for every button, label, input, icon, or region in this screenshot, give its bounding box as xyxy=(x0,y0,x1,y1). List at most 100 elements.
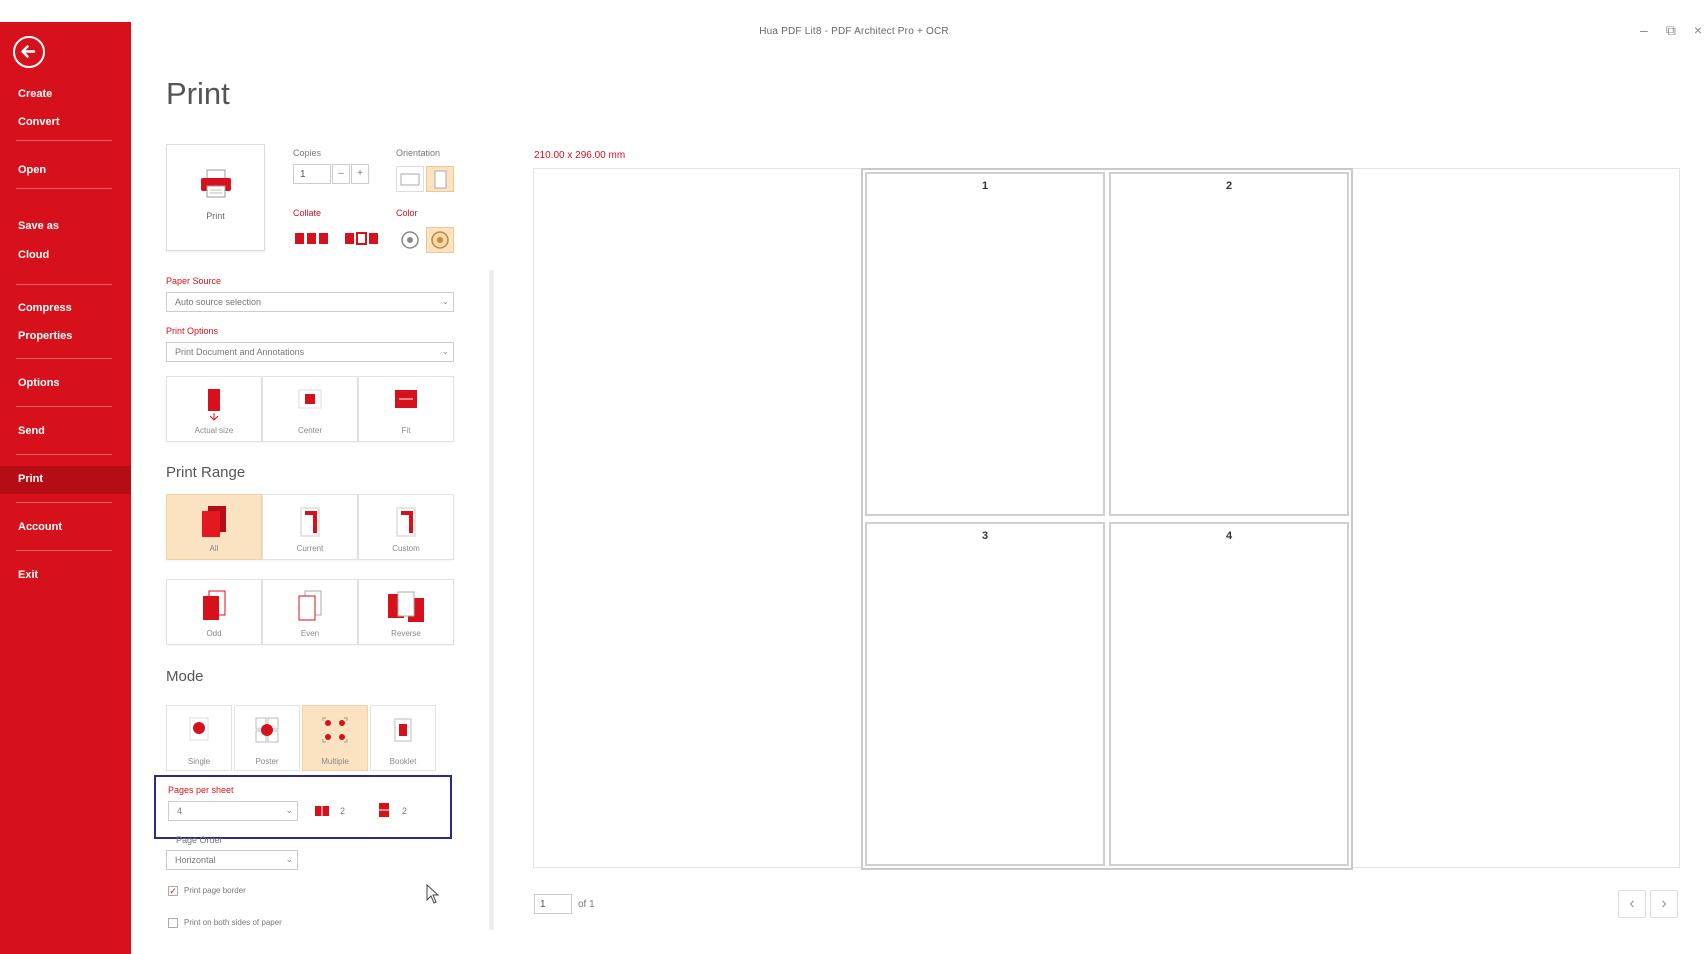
collate-on-icon[interactable] xyxy=(294,230,330,251)
paper-source-label: Paper Source xyxy=(166,276,222,286)
scaling-fit-tile[interactable]: Fit xyxy=(358,376,454,442)
sidebar-item-properties[interactable]: Properties xyxy=(18,330,72,342)
sidebar-item-account[interactable]: Account xyxy=(18,521,62,533)
orientation-portrait-icon[interactable] xyxy=(426,166,454,192)
print-range-title: Print Range xyxy=(166,464,246,481)
print-both-sides-checkbox[interactable] xyxy=(168,918,178,928)
sidebar-item-open[interactable]: Open xyxy=(18,164,46,176)
reverse-pages-icon xyxy=(388,591,424,622)
copies-label: Copies xyxy=(293,148,322,158)
mode-tile-label: Single xyxy=(187,757,211,766)
print-range-tiles-row2: Odd Even Reverse xyxy=(166,579,454,645)
print-button-label: Print xyxy=(206,211,225,221)
scaling-tile-label: Fit xyxy=(401,426,411,435)
print-border-label: Print page border xyxy=(184,886,246,895)
copies-input[interactable]: 1 xyxy=(293,164,331,184)
sidebar-item-convert[interactable]: Convert xyxy=(18,116,60,128)
color-grayscale-icon[interactable] xyxy=(396,227,424,253)
sidebar-item-exit[interactable]: Exit xyxy=(18,569,38,581)
preview-page: 1 xyxy=(865,172,1105,516)
columns-value[interactable]: 2 xyxy=(340,806,345,816)
sidebar-item-print[interactable]: Print xyxy=(18,473,43,485)
window-title: Hua PDF Lit8 - PDF Architect Pro + OCR xyxy=(759,26,949,37)
sidebar-item-send[interactable]: Send xyxy=(18,425,45,437)
orientation-landscape-icon[interactable] xyxy=(396,166,424,192)
print-border-checkbox[interactable]: ✓ xyxy=(168,886,178,896)
arrow-left-icon xyxy=(21,45,36,58)
back-button[interactable] xyxy=(13,36,45,68)
current-page-icon xyxy=(300,507,320,537)
collate-off-icon[interactable] xyxy=(344,230,380,251)
app-window: Hua PDF Lit8 - PDF Architect Pro + OCR –… xyxy=(0,0,1708,954)
mode-single-tile[interactable]: Single xyxy=(166,705,232,771)
range-reverse-tile[interactable]: Reverse xyxy=(358,579,454,645)
chevron-down-icon: ⌄ xyxy=(285,854,293,864)
range-tile-label: All xyxy=(209,544,219,553)
range-tile-label: Custom xyxy=(392,544,420,553)
sidebar-divider xyxy=(16,502,112,503)
print-range-tiles-row1: All Current Custom xyxy=(166,494,454,560)
scaling-tiles: Actual size Center Fit xyxy=(166,376,454,442)
chevron-down-icon: ⌄ xyxy=(441,296,449,306)
scaling-center-tile[interactable]: Center xyxy=(262,376,358,442)
minimize-icon[interactable]: – xyxy=(1640,22,1648,39)
sidebar-item-create[interactable]: Create xyxy=(18,88,52,100)
preview-page-number: 2 xyxy=(1225,180,1233,192)
print-options-select[interactable]: Print Document and Annotations ⌄ xyxy=(166,342,454,362)
mode-poster-tile[interactable]: Poster xyxy=(234,705,300,771)
preview-sheet: 1 2 3 4 xyxy=(861,168,1353,870)
page-number-input[interactable]: 1 xyxy=(534,894,572,914)
range-all-tile[interactable]: All xyxy=(166,494,262,560)
scaling-tile-label: Center xyxy=(297,426,322,435)
backstage-sidebar: Create Convert Open Save as Cloud Compre… xyxy=(0,22,131,954)
range-custom-tile[interactable]: Custom xyxy=(358,494,454,560)
mode-tile-label: Multiple xyxy=(321,757,349,766)
page-count: of 1 xyxy=(578,899,595,910)
even-pages-icon xyxy=(298,590,322,621)
page-order-select[interactable]: Horizontal ⌄ xyxy=(166,850,298,870)
booklet-mode-icon xyxy=(394,718,412,742)
columns-icon xyxy=(315,806,329,816)
page-order-value: Horizontal xyxy=(175,855,216,865)
range-tile-label: Reverse xyxy=(391,629,421,638)
sidebar-item-compress[interactable]: Compress xyxy=(18,302,72,314)
print-button[interactable]: Print xyxy=(166,144,265,251)
previous-page-button[interactable]: ‹ xyxy=(1618,890,1646,918)
sidebar-divider xyxy=(16,550,112,551)
all-pages-icon xyxy=(202,506,226,537)
pages-per-sheet-select[interactable]: 4 ⌄ xyxy=(168,801,298,821)
print-options-label: Print Options xyxy=(166,326,219,336)
mode-tile-label: Booklet xyxy=(389,757,417,766)
sidebar-item-save-as[interactable]: Save as xyxy=(18,220,59,232)
copies-decrement[interactable]: – xyxy=(332,164,350,184)
print-both-sides-label: Print on both sides of paper xyxy=(184,918,282,927)
paper-source-select[interactable]: Auto source selection ⌄ xyxy=(166,292,454,312)
sidebar-divider xyxy=(16,454,112,455)
sidebar-item-cloud[interactable]: Cloud xyxy=(18,249,49,261)
range-odd-tile[interactable]: Odd xyxy=(166,579,262,645)
pages-per-sheet-value: 4 xyxy=(177,806,183,816)
sidebar-item-options[interactable]: Options xyxy=(18,377,60,389)
mode-tiles: Single Poster Multiple Booklet xyxy=(166,705,438,771)
orientation-label: Orientation xyxy=(396,148,441,158)
close-icon[interactable]: × xyxy=(1694,22,1702,39)
scaling-actual-size-tile[interactable]: Actual size xyxy=(166,376,262,442)
preview-page-number: 4 xyxy=(1225,530,1233,542)
mode-booklet-tile[interactable]: Booklet xyxy=(370,705,436,771)
rows-value[interactable]: 2 xyxy=(402,806,407,816)
print-options-value: Print Document and Annotations xyxy=(175,347,305,357)
sidebar-divider xyxy=(16,358,112,359)
range-even-tile[interactable]: Even xyxy=(262,579,358,645)
color-full-icon[interactable] xyxy=(426,227,454,253)
fit-icon xyxy=(395,390,417,408)
restore-icon[interactable]: ⧉ xyxy=(1666,22,1676,39)
scaling-tile-label: Actual size xyxy=(194,426,234,435)
range-current-tile[interactable]: Current xyxy=(262,494,358,560)
custom-pages-icon xyxy=(396,507,416,537)
settings-scrollbar[interactable] xyxy=(489,270,494,930)
mode-multiple-tile[interactable]: Multiple xyxy=(302,705,368,771)
next-page-button[interactable]: › xyxy=(1650,890,1678,918)
copies-increment[interactable]: + xyxy=(351,164,369,184)
mouse-cursor-icon xyxy=(426,884,440,904)
color-label: Color xyxy=(396,208,418,218)
